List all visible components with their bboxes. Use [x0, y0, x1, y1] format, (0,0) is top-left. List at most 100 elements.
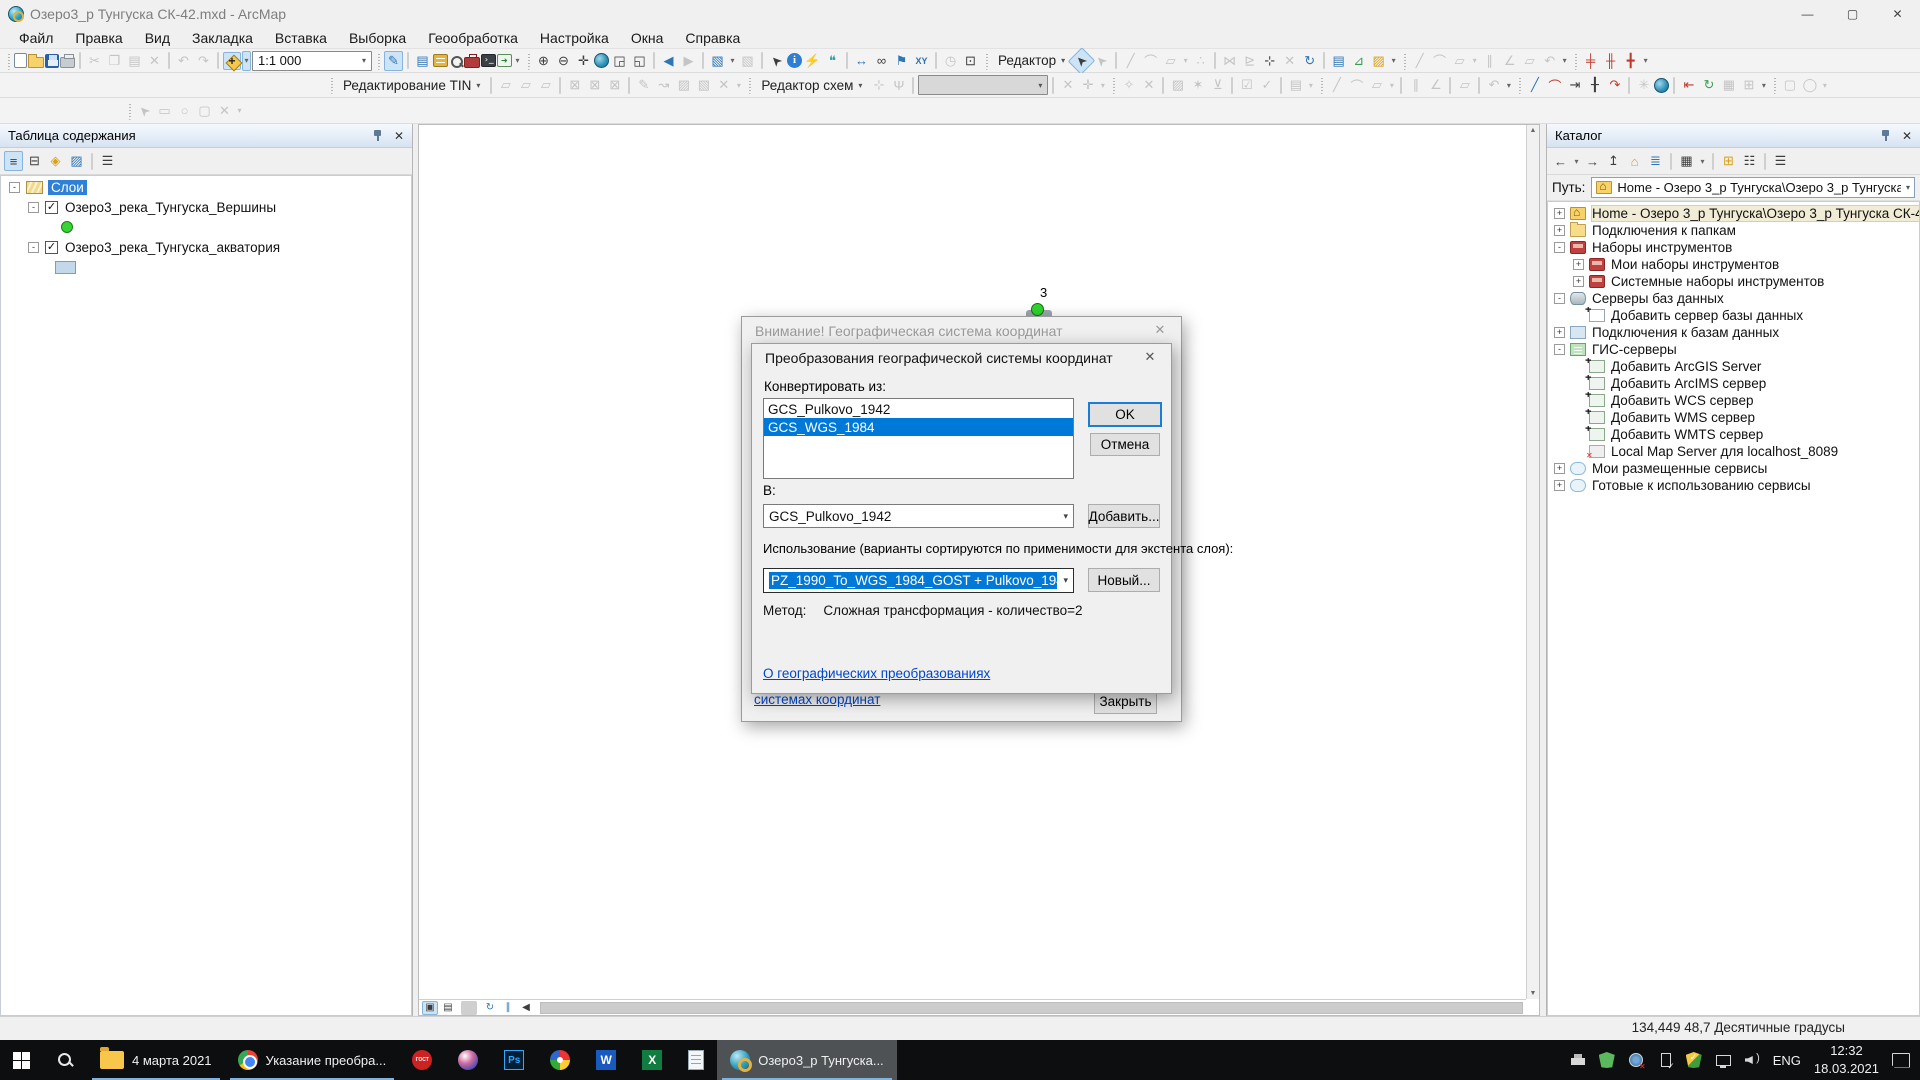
python-window-button[interactable] [481, 54, 496, 67]
sketch-parallel-tool[interactable]: ∥ [1406, 75, 1425, 95]
refresh-view-button[interactable]: ↻ [482, 1001, 498, 1015]
schematic-branch-tool[interactable]: Ψ [889, 75, 908, 95]
search-window-button[interactable] [449, 54, 463, 68]
sketch-undo-button[interactable]: ↶ [1484, 75, 1503, 95]
catalog-back-button[interactable]: ← [1551, 151, 1570, 171]
layer-visibility-checkbox[interactable]: ✓ [45, 201, 58, 214]
sketch-properties-button[interactable]: ⊿ [1349, 51, 1368, 71]
up-one-level-button[interactable]: ↥ [1604, 151, 1623, 171]
new-button[interactable]: Новый... [1088, 568, 1160, 592]
defender-shield-icon[interactable] [1686, 1052, 1702, 1068]
graphics-overflow[interactable]: ▾ [235, 101, 244, 121]
editor-menu[interactable]: Редактор [992, 51, 1071, 71]
menu-item[interactable]: Выборка [338, 28, 417, 48]
forward-extent-button[interactable]: ▶ [679, 51, 698, 71]
tin-erase-tool[interactable]: ✕ [714, 75, 733, 95]
toc-layer-row[interactable]: - ✓ Озеро3_река_Тунгуска_Вершины [1, 198, 411, 216]
select-lasso-graphics-tool[interactable]: ◯ [1800, 75, 1819, 95]
network-tool-1[interactable]: ✧ [1119, 75, 1138, 95]
trim-tool[interactable]: ✕ [1280, 51, 1299, 71]
topology-validate-tool[interactable]: ⊻ [1208, 75, 1227, 95]
language-indicator[interactable]: ENG [1773, 1053, 1801, 1068]
full-extent-button[interactable] [594, 53, 609, 68]
default-geodatabase-button[interactable]: ≣ [1646, 151, 1665, 171]
schematic-move-tool[interactable]: ⊹ [869, 75, 888, 95]
expander-icon[interactable] [1573, 412, 1584, 423]
toolbar-grip[interactable] [1517, 76, 1521, 94]
expander-icon[interactable] [1573, 361, 1584, 372]
expander-icon[interactable]: + [1554, 480, 1565, 491]
route-edit-tool-2[interactable]: ⌒ [1545, 75, 1564, 95]
toolbar-grip[interactable] [1772, 76, 1776, 94]
find-route-tool[interactable]: ⚑ [892, 51, 911, 71]
toolbar-grip[interactable] [747, 76, 751, 94]
expander-icon[interactable]: - [1554, 293, 1565, 304]
tin-breakline-tool[interactable]: ↝ [654, 75, 673, 95]
route-edit-tool-4[interactable]: ╂ [1585, 75, 1604, 95]
ok-button[interactable]: OK [1088, 402, 1162, 427]
grid-tool-2[interactable]: ⊞ [1739, 75, 1758, 95]
tin-delete-tool-2[interactable]: ⊠ [585, 75, 604, 95]
menu-item[interactable]: Окна [620, 28, 675, 48]
contents-view-button[interactable]: ▦ [1677, 151, 1696, 171]
zoom-out-tool[interactable]: ⊖ [554, 51, 573, 71]
taskbar-paint-item[interactable] [537, 1040, 583, 1080]
viewer-window-button[interactable]: ⊡ [961, 51, 980, 71]
about-transformations-link[interactable]: О географических преобразованиях [763, 666, 990, 681]
edit-vertices-button[interactable]: ✎ [384, 51, 403, 71]
time-slider-button[interactable]: ◷ [941, 51, 960, 71]
home-folder-button[interactable]: ⌂ [1625, 151, 1644, 171]
undo-button[interactable]: ↶ [174, 51, 193, 71]
editor-overflow[interactable]: ▾ [1389, 51, 1398, 71]
layer-visibility-checkbox[interactable]: ✓ [45, 241, 58, 254]
taskbar-word-item[interactable]: W [583, 1040, 629, 1080]
expander-icon[interactable] [1573, 310, 1584, 321]
vertex-tool[interactable]: ∴ [1191, 51, 1210, 71]
menu-item[interactable]: Вставка [264, 28, 338, 48]
toolbar-grip[interactable] [1573, 52, 1577, 70]
map-scale-combo[interactable]: 1:1 000 [252, 51, 372, 71]
modelbuilder-button[interactable] [497, 54, 512, 67]
expander-icon[interactable]: + [1573, 276, 1584, 287]
network-overflow[interactable]: ▾ [1759, 75, 1768, 95]
convert-from-list[interactable]: GCS_Pulkovo_1942 GCS_WGS_1984 [763, 398, 1074, 479]
tin-editing-menu[interactable]: Редактирование TIN [337, 75, 486, 95]
open-map-button[interactable] [28, 57, 44, 68]
add-button[interactable]: Добавить... [1088, 504, 1160, 528]
polygon-symbol[interactable] [55, 261, 76, 274]
create-line-tool[interactable]: ╱ [1121, 51, 1140, 71]
arctoolbox-button[interactable] [464, 57, 480, 68]
tin-overflow[interactable]: ▾ [734, 75, 743, 95]
graphics-polygon-tool[interactable]: ▢ [195, 101, 214, 121]
graphics-select-overflow[interactable]: ▾ [1820, 75, 1829, 95]
taskbar-arcmap-item[interactable]: Озеро3_р Тунгуска... [717, 1040, 896, 1080]
annotation-edit-tool[interactable]: ➤ [1088, 47, 1116, 75]
topology-tool-2[interactable]: ✶ [1188, 75, 1207, 95]
create-features-button[interactable]: ▨ [1369, 51, 1388, 71]
construction-dropdown[interactable]: ▾ [1181, 51, 1190, 71]
point-symbol[interactable] [61, 221, 73, 233]
standard-overflow[interactable]: ▾ [513, 51, 522, 71]
data-view-button[interactable]: ▣ [422, 1001, 438, 1015]
menu-item[interactable]: Закладка [181, 28, 264, 48]
map-vertical-scrollbar[interactable]: ▲ ▼ [1526, 125, 1539, 999]
coordinate-systems-link[interactable]: системах координат [754, 692, 880, 707]
table-of-contents-button[interactable]: ▤ [413, 51, 432, 71]
advanced-shape-tool[interactable]: ▱ [1450, 51, 1469, 71]
paste-button[interactable]: ▤ [125, 51, 144, 71]
contents-view-dropdown[interactable]: ▾ [1698, 151, 1707, 171]
path-combo[interactable]: Home - Озеро 3_р Тунгуска\Озеро 3_р Тунг… [1591, 177, 1915, 198]
select-polygon-graphics-tool[interactable]: ▢ [1780, 75, 1799, 95]
toolbar-grip[interactable] [1319, 76, 1323, 94]
list-by-visibility-button[interactable]: ◈ [46, 151, 65, 171]
menu-item[interactable]: Настройка [529, 28, 620, 48]
layout-view-button[interactable]: ▤ [440, 1001, 456, 1015]
route-edit-tool-1[interactable]: ╱ [1525, 75, 1544, 95]
collapse-icon[interactable]: - [28, 242, 39, 253]
menu-item[interactable]: Вид [134, 28, 181, 48]
advanced-arc-tool[interactable]: ⌒ [1430, 51, 1449, 71]
sketch-dropdown[interactable]: ▾ [1387, 75, 1396, 95]
collapse-icon[interactable]: - [9, 182, 20, 193]
usage-combo[interactable]: PZ_1990_To_WGS_1984_GOST + Pulkovo_1942_… [763, 568, 1074, 593]
sketch-overflow[interactable]: ▾ [1504, 75, 1513, 95]
